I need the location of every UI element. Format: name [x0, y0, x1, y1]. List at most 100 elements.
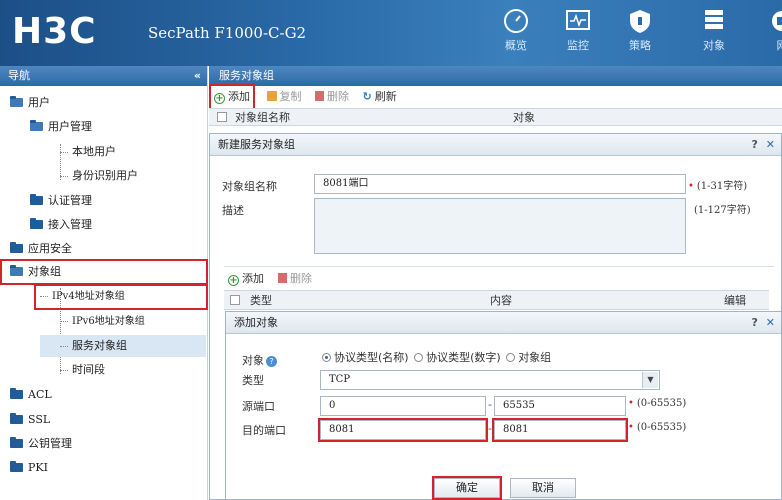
sidebar-item-label: 接入管理 [48, 218, 92, 231]
nav-object[interactable]: 对象 [684, 0, 744, 66]
sidebar-item-service-object-group[interactable]: 服务对象组 [40, 335, 206, 357]
sidebar-item-ipv6-object-group[interactable]: IPv6地址对象组 [60, 311, 145, 333]
radio-selected-icon [322, 353, 331, 362]
sidebar-item-ipv4-object-group[interactable]: IPv4地址对象组 [34, 284, 208, 310]
help-button[interactable]: ? [752, 316, 758, 329]
description-label: 描述 [222, 204, 244, 217]
description-hint: (1-127字符) [694, 205, 751, 216]
group-name-input[interactable]: 8081端口 [314, 174, 686, 194]
folder-icon [10, 265, 23, 276]
table-header: 对象组名称 对象 [209, 108, 782, 126]
sidebar-item-label: SSL [28, 413, 51, 426]
radio-object-group[interactable]: 对象组 [506, 351, 551, 364]
sidebar-item-label: IPv4地址对象组 [52, 291, 125, 302]
sidebar-item-label: IPv6地址对象组 [72, 316, 145, 327]
refresh-icon: ↻ [362, 90, 372, 103]
column-header-type: 类型 [250, 294, 272, 307]
source-port-end-input[interactable]: 65535 [494, 396, 626, 416]
page-title: 服务对象组 [209, 66, 782, 86]
add-icon: + [228, 275, 239, 286]
nav-network[interactable]: 网 [752, 0, 782, 66]
source-port-start-input[interactable]: 0 [320, 396, 486, 416]
sidebar-item-user-management[interactable]: 用户管理 [30, 116, 92, 138]
delete-button[interactable]: 删除 [315, 86, 349, 108]
radio-protocol-number[interactable]: 协议类型(数字) [414, 351, 501, 364]
help-icon[interactable]: ? [266, 356, 277, 367]
sidebar-item-auth-management[interactable]: 认证管理 [30, 190, 92, 212]
sidebar-item-access-management[interactable]: 接入管理 [30, 214, 92, 236]
sidebar-item-label: 应用安全 [28, 242, 72, 255]
source-port-label: 源端口 [242, 400, 275, 413]
nav-monitor-label: 监控 [567, 39, 589, 52]
help-button[interactable]: ? [752, 138, 758, 151]
folder-icon [30, 218, 43, 229]
sidebar-item-label: 对象组 [28, 265, 61, 278]
sidebar-item-ssl[interactable]: SSL [10, 409, 50, 431]
sidebar-item-object-group[interactable]: 对象组 [0, 259, 208, 285]
column-header-object: 对象 [513, 111, 535, 124]
nav-monitor[interactable]: 监控 [548, 0, 608, 66]
cancel-button[interactable]: 取消 [510, 478, 576, 498]
sidebar-item-label: 用户 [28, 96, 50, 109]
top-header: H3C SecPath F1000-C-G2 概览 监控 策略 对象 网 [0, 0, 782, 66]
description-textarea[interactable] [314, 198, 686, 254]
sidebar-item-public-key[interactable]: 公钥管理 [10, 433, 72, 455]
radio-icon [506, 353, 516, 362]
refresh-button[interactable]: ↻ 刷新 [363, 86, 397, 108]
object-table-header: 类型 内容 编辑 [224, 290, 769, 310]
sidebar-item-label: PKI [28, 461, 48, 474]
sidebar-item-local-user[interactable]: 本地用户 [60, 141, 116, 163]
copy-button[interactable]: 复制 [266, 86, 302, 108]
column-header-content: 内容 [490, 294, 512, 307]
sidebar-item-pki[interactable]: PKI [10, 457, 48, 479]
sidebar-item-time-range[interactable]: 时间段 [60, 359, 105, 381]
sidebar-item-label: 时间段 [72, 363, 105, 376]
column-header-name: 对象组名称 [235, 111, 290, 124]
object-add-button[interactable]: + 添加 [228, 270, 264, 286]
close-button[interactable]: ✕ [766, 316, 775, 329]
dialog-title: 添加对象 [234, 316, 278, 329]
destination-port-hint: • (0-65535) [628, 422, 687, 433]
dialog-title-bar: 新建服务对象组 ? ✕ [210, 134, 781, 156]
dialog-title: 新建服务对象组 [218, 138, 295, 151]
add-button[interactable]: + 添加 [209, 84, 255, 110]
sidebar-item-acl[interactable]: ACL [10, 384, 52, 406]
dashboard-icon [504, 9, 528, 33]
type-select[interactable]: TCP ▼ [320, 370, 660, 390]
object-type-radio-group: 协议类型(名称) 协议类型(数字) 对象组 [322, 349, 551, 365]
source-port-hint: • (0-65535) [628, 398, 687, 409]
chevron-down-icon[interactable]: ▼ [642, 372, 658, 388]
object-select-all-checkbox[interactable] [230, 295, 240, 305]
object-delete-button[interactable]: 删除 [278, 270, 312, 286]
folder-icon [10, 388, 23, 399]
sidebar-item-identity-user[interactable]: 身份识别用户 [60, 165, 138, 187]
h3c-logo: H3C [12, 11, 97, 52]
radio-protocol-name[interactable]: 协议类型(名称) [322, 351, 409, 364]
delete-icon [315, 91, 324, 101]
destination-port-end-input[interactable]: 8081 [492, 418, 628, 442]
folder-icon [10, 96, 23, 107]
close-button[interactable]: ✕ [766, 138, 775, 151]
group-name-hint: • (1-31字符) [688, 181, 748, 192]
nav-policy[interactable]: 策略 [610, 0, 670, 66]
select-all-checkbox[interactable] [217, 112, 227, 122]
sidebar-item-app-security[interactable]: 应用安全 [10, 238, 72, 260]
navigation-pane: 导航 « 用户 用户管理 本地用户 身份识别用户 认证管理 接入管理 应用安全 … [0, 66, 208, 500]
folder-icon [10, 413, 23, 424]
sidebar-item-label: 用户管理 [48, 120, 92, 133]
add-object-dialog: 添加对象 ? ✕ 对象? 协议类型(名称) 协议类型(数字) 对象组 类型 TC… [225, 311, 782, 500]
ok-button[interactable]: 确定 [432, 476, 502, 500]
destination-port-start-input[interactable]: 8081 [318, 418, 488, 442]
navigation-title-bar: 导航 « [0, 66, 207, 86]
collapse-nav-button[interactable]: « [194, 66, 201, 86]
nav-network-label: 网 [777, 39, 782, 52]
nav-overview-label: 概览 [505, 39, 527, 52]
object-label: 对象? [242, 352, 277, 368]
navigation-title: 导航 [8, 69, 30, 82]
nav-object-label: 对象 [703, 39, 725, 52]
sidebar-item-label: 本地用户 [72, 145, 116, 158]
sidebar-item-user[interactable]: 用户 [10, 92, 50, 114]
sidebar-item-label: 认证管理 [48, 194, 92, 207]
type-label: 类型 [242, 374, 264, 387]
nav-overview[interactable]: 概览 [486, 0, 546, 66]
